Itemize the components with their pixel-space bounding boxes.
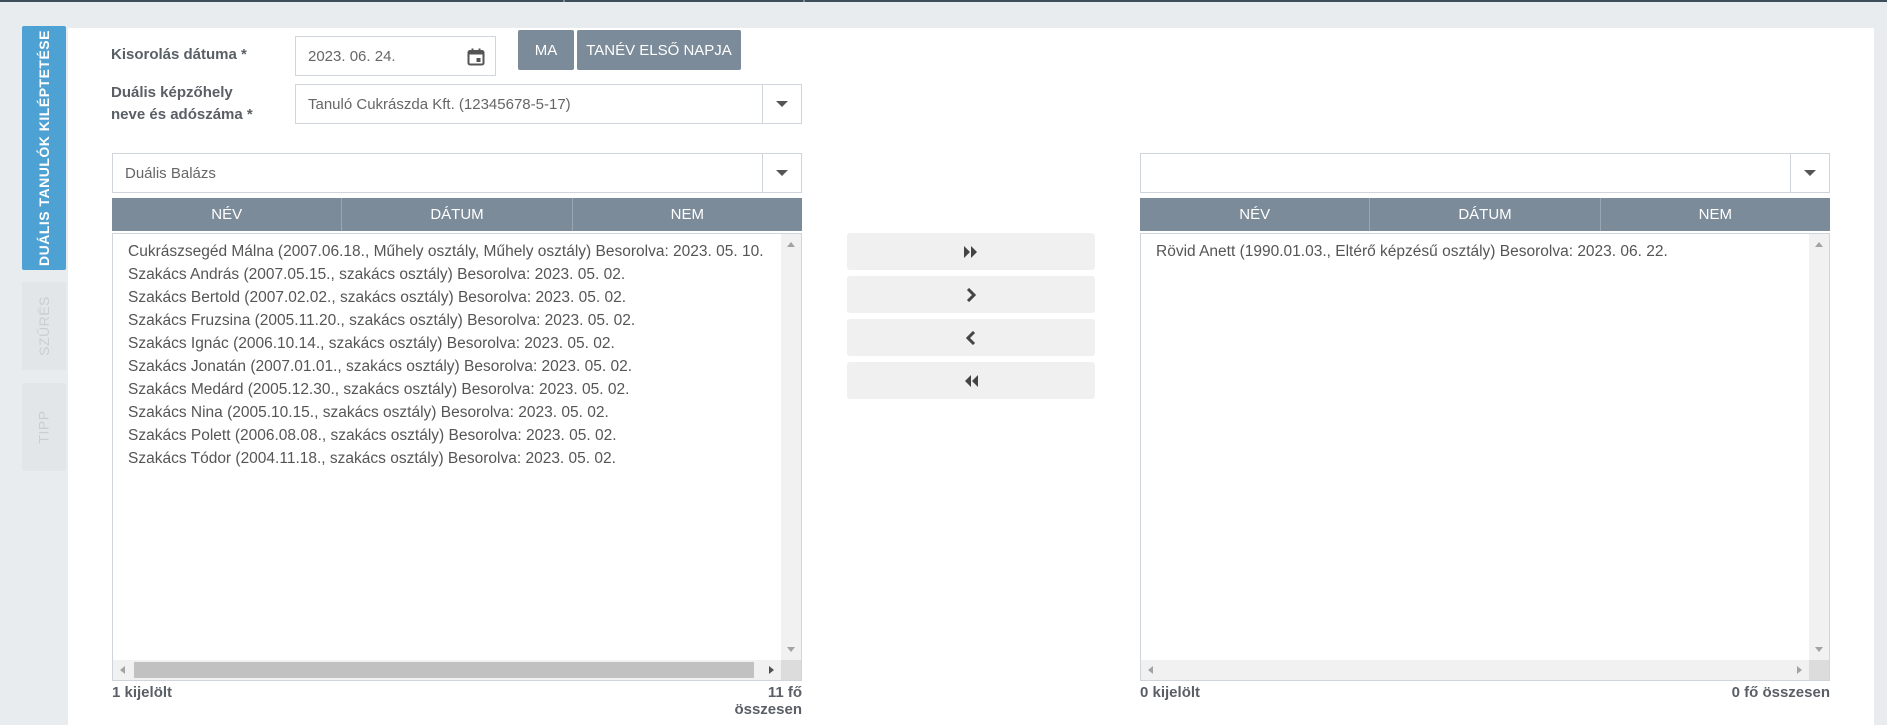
column-header-nem[interactable]: NEM <box>573 198 802 231</box>
horizontal-scrollbar[interactable] <box>1141 660 1809 680</box>
left-list-header: NÉV DÁTUM NEM <box>112 198 802 231</box>
vertical-scrollbar[interactable] <box>1809 234 1829 660</box>
move-all-right-button[interactable] <box>847 233 1095 270</box>
chevron-down-icon[interactable] <box>1790 154 1829 192</box>
chevron-down-icon[interactable] <box>762 154 801 192</box>
top-bar-divider <box>803 0 805 2</box>
tab-label: TIPP <box>36 410 52 444</box>
place-label-line-2: neve és adószáma * <box>111 106 253 123</box>
scroll-right-icon[interactable] <box>769 666 774 674</box>
scroll-up-icon[interactable] <box>787 242 795 247</box>
scroll-down-icon[interactable] <box>1815 647 1823 652</box>
calendar-icon[interactable] <box>467 48 485 66</box>
right-list-header: NÉV DÁTUM NEM <box>1140 198 1830 231</box>
left-selected-count: 1 kijelölt <box>112 684 173 701</box>
chevron-left-icon <box>966 330 976 345</box>
move-right-button[interactable] <box>847 276 1095 313</box>
column-header-nev[interactable]: NÉV <box>1140 198 1371 231</box>
scroll-up-icon[interactable] <box>1815 242 1823 247</box>
list-item[interactable]: Szakács Jonatán (2007.01.01., szakács os… <box>128 355 777 378</box>
place-label-line-1: Duális képzőhely <box>111 84 233 101</box>
tab-label: SZŰRÉS <box>36 296 53 356</box>
tab-dualis-tanulok-kileptetese[interactable]: DUÁLIS TANULÓK KILÉPTETÉSE <box>22 26 66 270</box>
scroll-right-icon[interactable] <box>1797 666 1802 674</box>
column-header-nev[interactable]: NÉV <box>112 198 343 231</box>
vertical-scrollbar[interactable] <box>781 234 801 660</box>
chevron-down-icon[interactable] <box>762 85 801 123</box>
list-item[interactable]: Szakács Bertold (2007.02.02., szakács os… <box>128 286 777 309</box>
scroll-left-icon[interactable] <box>1148 666 1153 674</box>
left-filter-value: Duális Balázs <box>125 164 216 182</box>
column-header-datum[interactable]: DÁTUM <box>342 198 573 231</box>
left-total-count: 11 fő összesen <box>734 684 802 718</box>
move-left-button[interactable] <box>847 319 1095 356</box>
right-filter-select[interactable] <box>1140 153 1830 193</box>
date-value: 2023. 06. 24. <box>308 47 396 65</box>
main-panel: Kisorolás dátuma * 2023. 06. 24. MA TANÉ… <box>68 28 1874 725</box>
column-header-nem[interactable]: NEM <box>1601 198 1830 231</box>
list-item[interactable]: Szakács Ignác (2006.10.14., szakács oszt… <box>128 332 777 355</box>
left-list[interactable]: Cukrászsegéd Málna (2007.06.18., Műhely … <box>112 233 802 681</box>
left-filter-select[interactable]: Duális Balázs <box>112 153 802 193</box>
right-selected-count: 0 kijelölt <box>1140 684 1201 701</box>
column-header-datum[interactable]: DÁTUM <box>1370 198 1601 231</box>
scrollbar-corner <box>1809 660 1829 680</box>
left-list-rows: Cukrászsegéd Málna (2007.06.18., Műhely … <box>128 240 777 470</box>
top-bar-divider <box>563 0 565 2</box>
scrollbar-thumb[interactable] <box>134 662 754 678</box>
scroll-left-icon[interactable] <box>120 666 125 674</box>
list-item[interactable]: Szakács Tódor (2004.11.18., szakács oszt… <box>128 447 777 470</box>
date-label: Kisorolás dátuma * <box>111 46 247 63</box>
place-value: Tanuló Cukrászda Kft. (12345678-5-17) <box>308 95 571 113</box>
tab-label: DUÁLIS TANULÓK KILÉPTETÉSE <box>36 30 52 266</box>
scroll-down-icon[interactable] <box>787 647 795 652</box>
list-item[interactable]: Szakács Fruzsina (2005.11.20., szakács o… <box>128 309 777 332</box>
today-button[interactable]: MA <box>518 30 574 70</box>
double-chevron-right-icon <box>964 245 977 258</box>
right-total-count: 0 fő összesen <box>1731 684 1830 701</box>
list-item[interactable]: Szakács Medárd (2005.12.30., szakács osz… <box>128 378 777 401</box>
chevron-right-icon <box>966 287 976 302</box>
move-all-left-button[interactable] <box>847 362 1095 399</box>
first-school-day-button[interactable]: TANÉV ELSŐ NAPJA <box>577 30 741 70</box>
tab-szures[interactable]: SZŰRÉS <box>22 282 66 370</box>
list-item[interactable]: Szakács Polett (2006.08.08., szakács osz… <box>128 424 777 447</box>
date-input[interactable]: 2023. 06. 24. <box>295 36 496 76</box>
top-bar <box>0 0 1887 2</box>
double-chevron-left-icon <box>965 374 978 387</box>
tab-tipp[interactable]: TIPP <box>22 383 66 471</box>
place-select[interactable]: Tanuló Cukrászda Kft. (12345678-5-17) <box>295 84 802 124</box>
scrollbar-corner <box>781 660 801 680</box>
list-item[interactable]: Szakács Nina (2005.10.15., szakács osztá… <box>128 401 777 424</box>
horizontal-scrollbar[interactable] <box>113 660 781 680</box>
list-item[interactable]: Cukrászsegéd Málna (2007.06.18., Műhely … <box>128 240 777 263</box>
right-list-rows: Rövid Anett (1990.01.03., Eltérő képzésű… <box>1156 240 1805 263</box>
right-list[interactable]: Rövid Anett (1990.01.03., Eltérő képzésű… <box>1140 233 1830 681</box>
list-item[interactable]: Rövid Anett (1990.01.03., Eltérő képzésű… <box>1156 240 1805 263</box>
list-item[interactable]: Szakács András (2007.05.15., szakács osz… <box>128 263 777 286</box>
